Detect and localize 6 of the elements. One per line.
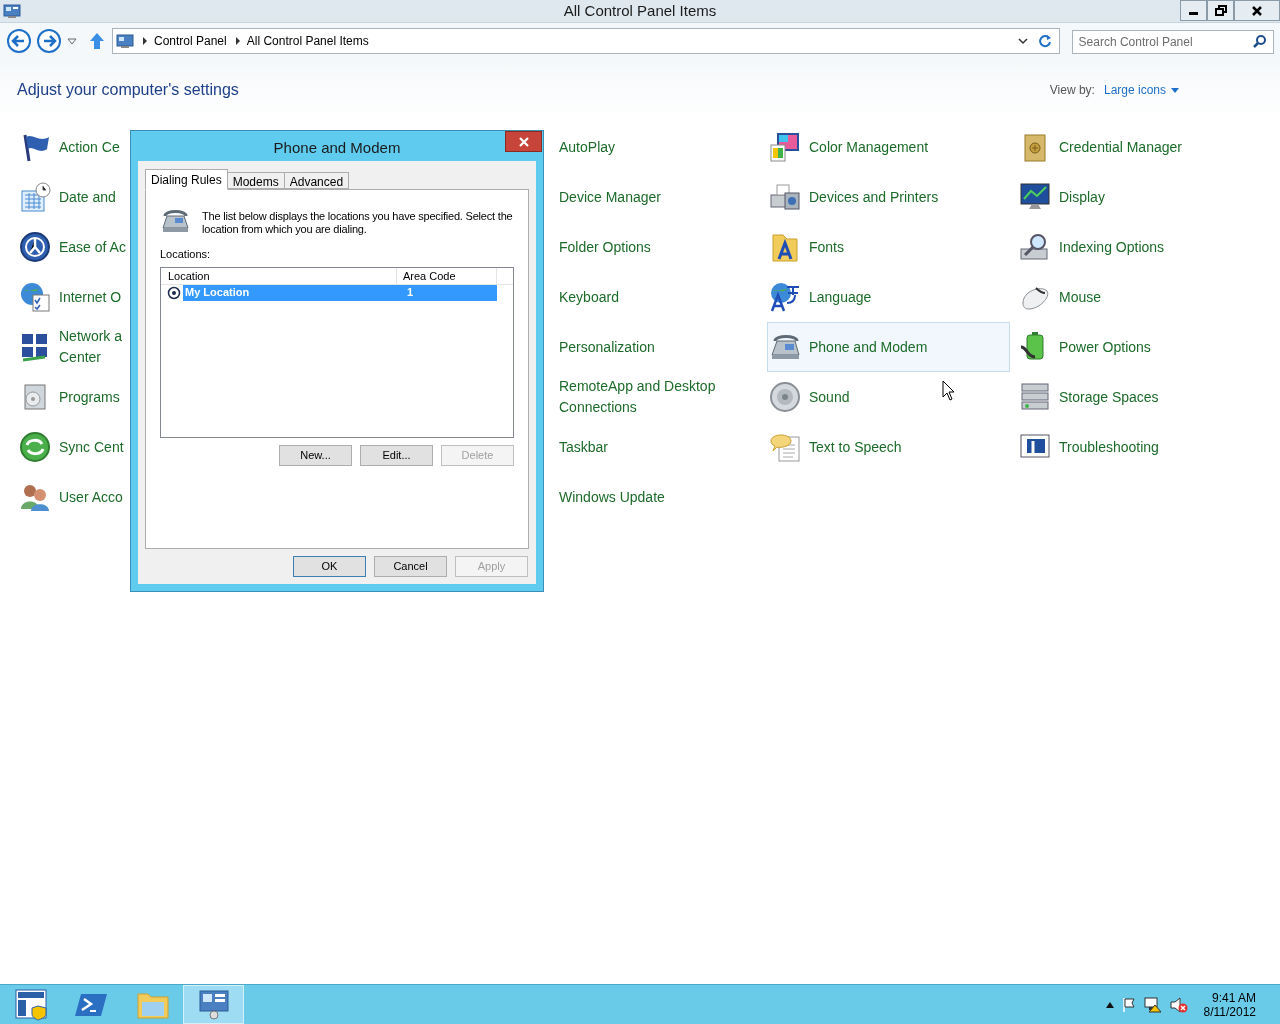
dialog-title: Phone and Modem [273,138,401,158]
window-title: All Control Panel Items [563,0,717,21]
description-text: The list below displays the locations you have specified. Select the location from which you are dialing. [202,209,514,236]
page-heading: Adjust your computer's settings [17,80,239,100]
locations-label: Locations: [160,247,212,262]
view-by-label: View by: [1049,82,1095,99]
